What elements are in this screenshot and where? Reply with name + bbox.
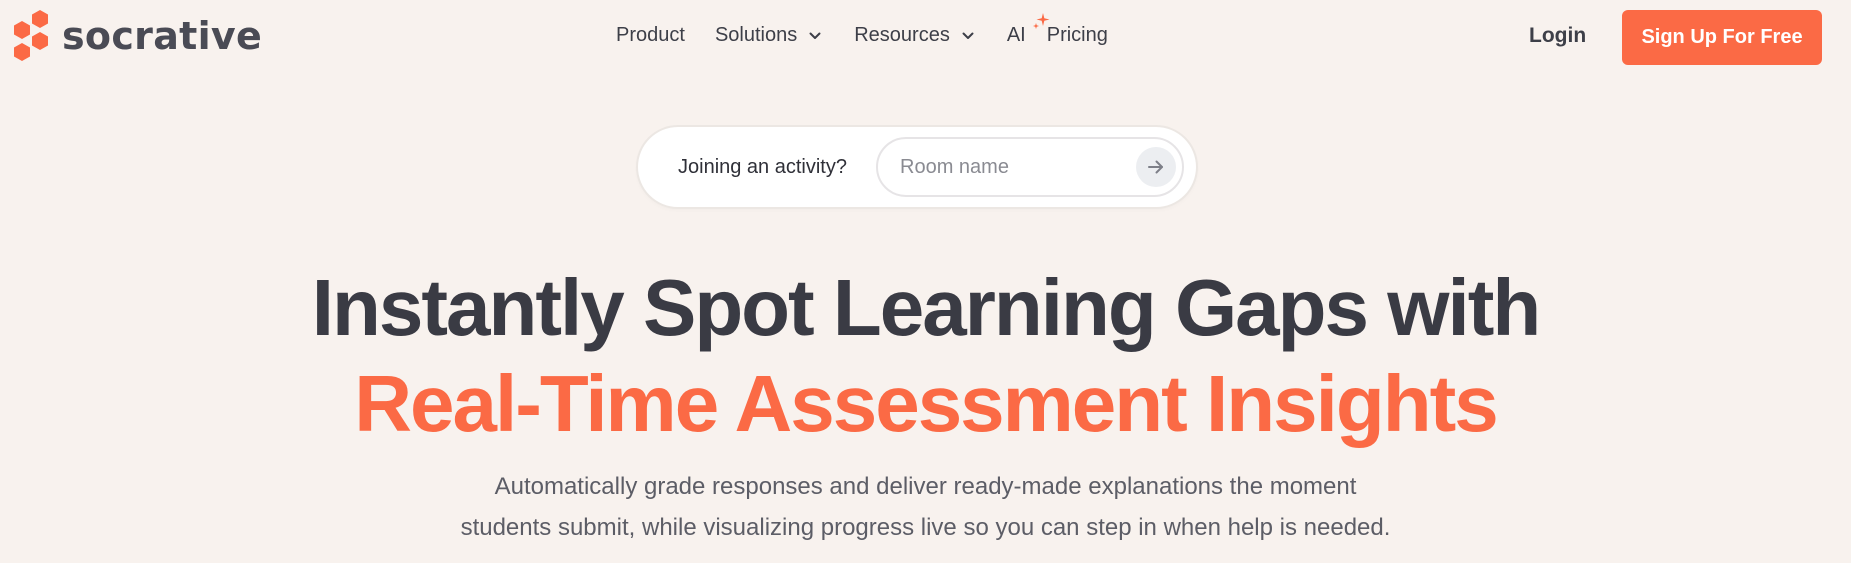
- hero-subtitle-line-1: Automatically grade responses and delive…: [494, 473, 1357, 500]
- hero-title-line-1: Instantly Spot Learning Gaps with: [311, 263, 1541, 352]
- room-name-field: [876, 137, 1184, 197]
- arrow-right-icon: [1148, 160, 1163, 174]
- landing-page: socrative Product Solutions Resources AI: [0, 0, 1851, 563]
- brand-name: socrative: [62, 14, 263, 58]
- main-nav: Product Solutions Resources AI Pricing: [616, 13, 1108, 47]
- chevron-down-icon: [809, 32, 821, 39]
- join-activity-label: Joining an activity?: [678, 155, 847, 178]
- hexagon-cluster-icon: [14, 10, 48, 61]
- join-submit-button[interactable]: [1136, 147, 1176, 187]
- nav-item-label: Product: [616, 24, 685, 46]
- hero-subtitle-line-2: students submit, while visualizing progr…: [460, 514, 1391, 541]
- nav-item-product[interactable]: Product: [616, 24, 685, 47]
- nav-item-solutions[interactable]: Solutions: [715, 24, 821, 47]
- hero-title-line-2: Real-Time Assessment Insights: [354, 359, 1498, 448]
- nav-item-pricing[interactable]: Pricing: [1047, 24, 1108, 47]
- nav-item-resources[interactable]: Resources: [854, 24, 974, 47]
- nav-item-label: AI: [1006, 24, 1026, 46]
- nav-item-label: Resources: [854, 24, 950, 46]
- sign-up-button[interactable]: Sign Up For Free: [1622, 10, 1822, 65]
- chevron-down-icon: [962, 32, 974, 39]
- nav-item-label: Pricing: [1046, 24, 1108, 46]
- brand-logo[interactable]: socrative: [10, 10, 262, 62]
- join-activity-bar: Joining an activity?: [638, 127, 1196, 207]
- room-name-input[interactable]: [900, 155, 1120, 179]
- nav-item-label: Solutions: [714, 24, 798, 46]
- login-link[interactable]: Login: [1529, 24, 1586, 48]
- nav-item-ai[interactable]: AI: [1006, 13, 1050, 47]
